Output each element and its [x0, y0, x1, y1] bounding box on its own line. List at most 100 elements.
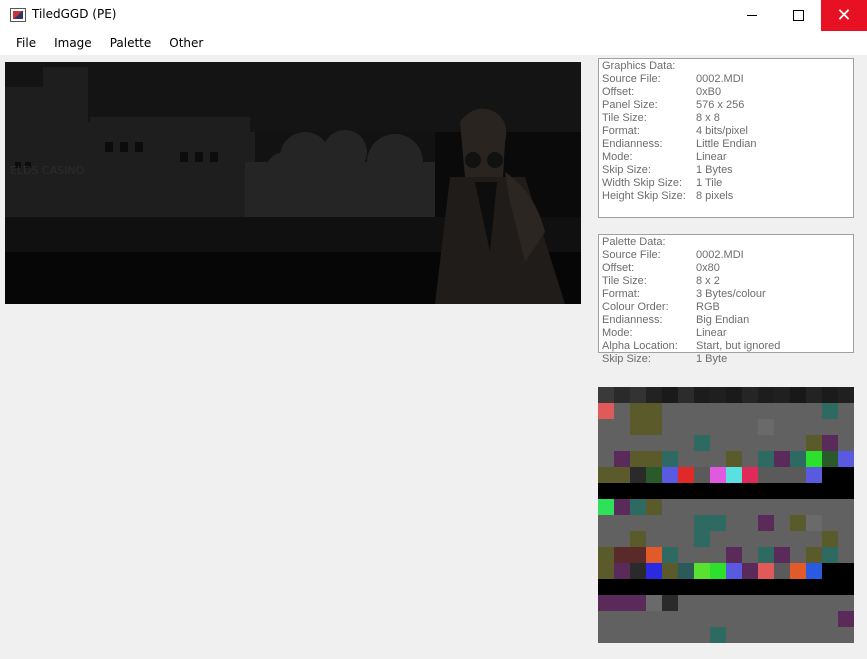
- palette-swatch: [630, 531, 646, 547]
- palette-swatch: [742, 483, 758, 499]
- info-value: 0x80: [696, 262, 720, 274]
- palette-swatch: [806, 563, 822, 579]
- info-key: Height Skip Size:: [602, 190, 686, 202]
- palette-swatch: [646, 595, 662, 611]
- palette-swatch: [662, 387, 678, 403]
- palette-data-heading: Palette Data:: [602, 236, 666, 248]
- palette-swatch: [662, 483, 678, 499]
- palette-swatch: [678, 387, 694, 403]
- palette-swatch: [726, 547, 742, 563]
- palette-swatch: [838, 451, 854, 467]
- menu-file[interactable]: File: [7, 31, 45, 55]
- palette-swatch: [822, 387, 838, 403]
- info-row: Height Skip Size: 8 pixels: [602, 190, 850, 203]
- palette-swatch: [646, 467, 662, 483]
- info-key: Mode:: [602, 327, 633, 339]
- palette-swatch: [758, 387, 774, 403]
- info-row: Alpha Location: Start, but ignored: [602, 340, 850, 353]
- palette-swatch: [806, 451, 822, 467]
- palette-swatch: [774, 483, 790, 499]
- palette-swatch: [630, 483, 646, 499]
- palette-swatch: [838, 579, 854, 595]
- minimize-icon: [747, 15, 757, 16]
- info-value: 0002.MDI: [696, 249, 744, 261]
- palette-swatch: [710, 483, 726, 499]
- palette-swatch: [758, 467, 774, 483]
- palette-swatch: [838, 563, 854, 579]
- palette-swatch: [598, 547, 614, 563]
- palette-swatch: [614, 483, 630, 499]
- graphics-data-heading: Graphics Data:: [602, 60, 676, 72]
- maximize-button[interactable]: [775, 0, 821, 31]
- info-value: 1 Bytes: [696, 164, 733, 176]
- title-bar[interactable]: TiledGGD (PE) ✕: [0, 0, 867, 31]
- info-value: 4 bits/pixel: [696, 125, 748, 137]
- palette-swatch: [838, 387, 854, 403]
- palette-swatch: [630, 419, 646, 435]
- menu-other[interactable]: Other: [160, 31, 212, 55]
- info-value: Little Endian: [696, 138, 757, 150]
- menu-image[interactable]: Image: [45, 31, 101, 55]
- palette-swatch: [694, 515, 710, 531]
- info-value: Start, but ignored: [696, 340, 781, 352]
- app-window: TiledGGD (PE) ✕ File Image Palette Other: [0, 0, 867, 659]
- menu-bar: File Image Palette Other: [0, 31, 867, 55]
- palette-swatch: [742, 467, 758, 483]
- menu-palette[interactable]: Palette: [101, 31, 161, 55]
- palette-swatch: [790, 515, 806, 531]
- close-button[interactable]: ✕: [821, 0, 867, 31]
- palette-swatch: [710, 515, 726, 531]
- palette-swatch: [630, 579, 646, 595]
- info-key: Panel Size:: [602, 99, 658, 111]
- palette-swatch: [774, 467, 790, 483]
- info-row: Skip Size: 1 Byte: [602, 353, 850, 366]
- palette-swatch: [598, 403, 614, 419]
- palette-swatch: [614, 451, 630, 467]
- info-row: Panel Size: 576 x 256: [602, 99, 850, 112]
- palette-swatch: [822, 531, 838, 547]
- palette-swatch: [806, 579, 822, 595]
- graphics-canvas[interactable]: ELDS CASINO: [5, 62, 581, 304]
- palette-swatch: [790, 579, 806, 595]
- palette-swatch: [694, 531, 710, 547]
- palette-swatch: [694, 483, 710, 499]
- palette-swatch: [694, 435, 710, 451]
- info-key: Width Skip Size:: [602, 177, 683, 189]
- palette-swatch: [710, 627, 726, 643]
- info-row: Offset: 0x80: [602, 262, 850, 275]
- info-row: Format: 3 Bytes/colour: [602, 288, 850, 301]
- info-row: Tile Size: 8 x 8: [602, 112, 850, 125]
- palette-swatch: [758, 563, 774, 579]
- info-key: Offset:: [602, 86, 635, 98]
- palette-swatch: [822, 579, 838, 595]
- info-key: Format:: [602, 288, 640, 300]
- palette-swatch: [822, 563, 838, 579]
- palette-swatch: [726, 563, 742, 579]
- palette-swatch: [646, 419, 662, 435]
- palette-swatch: [822, 467, 838, 483]
- palette-swatch: [694, 579, 710, 595]
- palette-swatch: [790, 563, 806, 579]
- palette-swatch: [790, 483, 806, 499]
- app-icon[interactable]: [10, 8, 26, 22]
- info-row: Tile Size: 8 x 2: [602, 275, 850, 288]
- palette-swatch: [838, 467, 854, 483]
- palette-swatch: [630, 451, 646, 467]
- info-key: Source File:: [602, 249, 661, 261]
- info-row: Skip Size: 1 Bytes: [602, 164, 850, 177]
- minimize-button[interactable]: [729, 0, 775, 31]
- palette-grid: [598, 387, 854, 643]
- palette-swatch: [742, 563, 758, 579]
- palette-swatch: [646, 387, 662, 403]
- info-row: Width Skip Size: 1 Tile: [602, 177, 850, 190]
- info-key: Offset:: [602, 262, 635, 274]
- palette-view[interactable]: [598, 387, 854, 643]
- palette-swatch: [838, 611, 854, 627]
- palette-swatch: [646, 483, 662, 499]
- palette-swatch: [758, 483, 774, 499]
- palette-swatch: [726, 451, 742, 467]
- palette-data-panel: Palette Data: Source File: 0002.MDI Offse…: [598, 234, 854, 365]
- palette-swatch: [758, 451, 774, 467]
- close-icon: ✕: [836, 4, 852, 26]
- palette-swatch: [774, 563, 790, 579]
